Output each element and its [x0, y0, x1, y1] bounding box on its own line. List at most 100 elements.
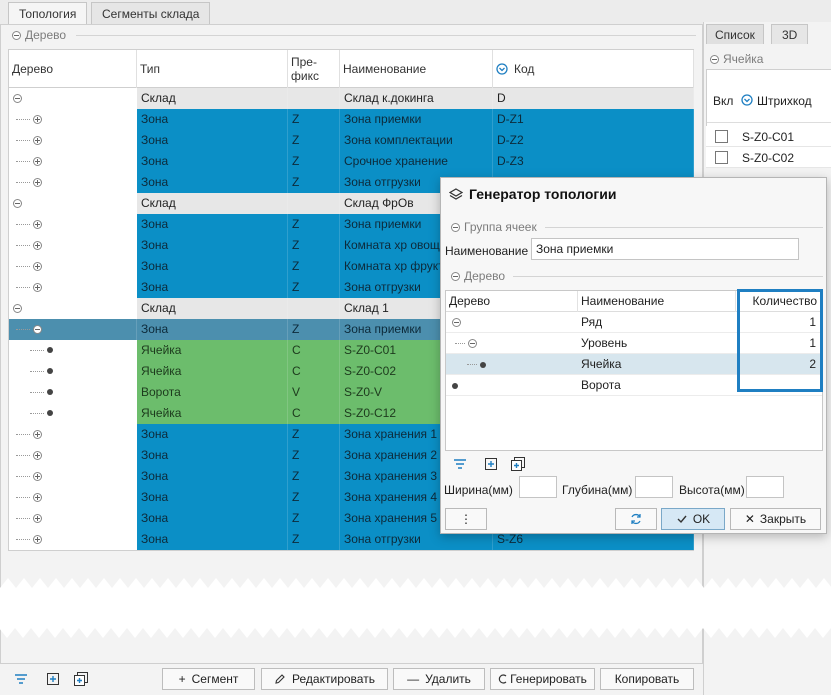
tree-connector — [16, 139, 30, 141]
prefix-cell: Z — [288, 487, 340, 508]
expand-node-icon[interactable] — [33, 114, 42, 124]
table-row[interactable]: Зона Z Срочное хранение D-Z3 — [9, 151, 694, 172]
name-input[interactable]: Зона приемки — [531, 238, 799, 260]
col-label: Штрихкод — [757, 94, 812, 108]
more-menu-button[interactable]: ⋮ — [445, 508, 487, 530]
prefix-cell — [288, 193, 340, 214]
table-row[interactable]: Зона Z Зона комплектации D-Z2 — [9, 130, 694, 151]
col-header-tree[interactable]: Дерево — [446, 291, 578, 312]
expand-node-icon[interactable] — [33, 471, 42, 481]
tree-indicator — [13, 322, 132, 336]
tree-cell — [9, 298, 137, 319]
expand-node-icon[interactable] — [33, 492, 42, 502]
col-header-tree[interactable]: Дерево — [9, 50, 137, 88]
type-cell: Ячейка — [137, 403, 288, 424]
tree-indicator — [13, 406, 132, 420]
type-cell: Зона — [137, 529, 288, 550]
filter-icon[interactable] — [453, 457, 467, 471]
type-cell: Зона — [137, 172, 288, 193]
code-cell: D — [493, 88, 694, 109]
torn-edge-graphic — [0, 578, 831, 638]
collapse-node-icon[interactable] — [13, 93, 22, 103]
tab-3d[interactable]: 3D — [771, 24, 809, 44]
expand-node-icon[interactable] — [33, 261, 42, 271]
col-header-prefix[interactable]: Пре- фикс — [288, 50, 340, 88]
col-label: Вкл — [713, 94, 734, 108]
add-segment-button[interactable]: + Сегмент — [162, 668, 255, 690]
tab-topology[interactable]: Топология — [8, 2, 88, 24]
prefix-cell: V — [288, 382, 340, 403]
copy-button[interactable]: Копировать — [600, 668, 694, 690]
col-header-name[interactable]: Наименование — [340, 50, 493, 88]
type-cell: Зона — [137, 424, 288, 445]
col-header-name[interactable]: Наименование — [578, 291, 736, 312]
expand-all-icon[interactable] — [46, 672, 60, 686]
collapse-node-icon[interactable] — [468, 339, 477, 348]
prefix-cell: Z — [288, 529, 340, 550]
tree-indicator — [13, 343, 132, 357]
collapse-node-icon[interactable] — [13, 198, 22, 208]
tree-connector — [16, 286, 30, 288]
col-header-code[interactable]: Код — [493, 50, 694, 88]
expand-node-icon[interactable] — [33, 135, 42, 145]
tab-list[interactable]: Список — [706, 24, 764, 44]
section-divider — [545, 227, 823, 228]
col-header-type[interactable]: Тип — [137, 50, 288, 88]
expand-node-icon[interactable] — [33, 282, 42, 292]
refresh-button[interactable] — [615, 508, 657, 530]
close-button[interactable]: ✕ Закрыть — [730, 508, 821, 530]
tree-connector — [455, 343, 465, 344]
expand-node-icon[interactable] — [33, 240, 42, 250]
ok-button[interactable]: OK — [661, 508, 725, 530]
name-label: Наименование — [445, 244, 529, 258]
depth-input[interactable] — [635, 476, 673, 498]
prefix-cell: Z — [288, 424, 340, 445]
expand-node-icon[interactable] — [33, 429, 42, 439]
list-item[interactable]: S-Z0-C01 — [706, 126, 831, 147]
expand-node-icon[interactable] — [33, 219, 42, 229]
prefix-cell: Z — [288, 445, 340, 466]
expand-node-icon[interactable] — [33, 177, 42, 187]
collapse-all-icon[interactable] — [511, 457, 525, 471]
edit-button[interactable]: Редактировать — [261, 668, 388, 690]
tree-cell — [446, 375, 578, 396]
generate-button[interactable]: Генерировать — [490, 668, 595, 690]
tab-warehouse-segments[interactable]: Сегменты склада — [91, 2, 211, 24]
name-cell: Склад к.докинга — [340, 88, 493, 109]
tree-connector — [30, 391, 44, 393]
tree-connector — [16, 118, 30, 120]
expand-node-icon[interactable] — [33, 534, 42, 544]
tab-label: Топология — [19, 7, 77, 21]
cell-group-section-header[interactable]: Группа ячеек — [451, 220, 537, 234]
expand-all-icon[interactable] — [484, 457, 498, 471]
dialog-tree-section-header[interactable]: Дерево — [451, 269, 505, 283]
tree-section-header[interactable]: Дерево — [12, 28, 66, 42]
collapse-node-icon[interactable] — [452, 318, 461, 327]
tree-cell — [9, 445, 137, 466]
height-input[interactable] — [746, 476, 784, 498]
tree-connector — [16, 433, 30, 435]
enable-checkbox[interactable] — [715, 130, 728, 143]
table-row[interactable]: Склад Склад к.докинга D — [9, 88, 694, 109]
expand-node-icon[interactable] — [33, 513, 42, 523]
prefix-cell: C — [288, 340, 340, 361]
code-cell: D-Z2 — [493, 130, 694, 151]
collapse-node-icon[interactable] — [33, 324, 42, 334]
expand-node-icon[interactable] — [33, 450, 42, 460]
collapse-all-icon[interactable] — [74, 672, 88, 686]
leaf-node-icon — [480, 361, 486, 368]
cell-section-header[interactable]: Ячейка — [710, 52, 763, 66]
collapse-icon — [451, 271, 460, 281]
button-label: Закрыть — [759, 512, 807, 526]
tree-cell — [9, 151, 137, 172]
col-label: Дерево — [12, 62, 54, 76]
delete-button[interactable]: — Удалить — [393, 668, 485, 690]
enable-checkbox[interactable] — [715, 151, 728, 164]
table-row[interactable]: Зона Z Зона приемки D-Z1 — [9, 109, 694, 130]
list-item[interactable]: S-Z0-C02 — [706, 147, 831, 168]
tree-connector — [16, 181, 30, 183]
expand-node-icon[interactable] — [33, 156, 42, 166]
width-input[interactable] — [519, 476, 557, 498]
filter-icon[interactable] — [14, 672, 28, 686]
collapse-node-icon[interactable] — [13, 303, 22, 313]
